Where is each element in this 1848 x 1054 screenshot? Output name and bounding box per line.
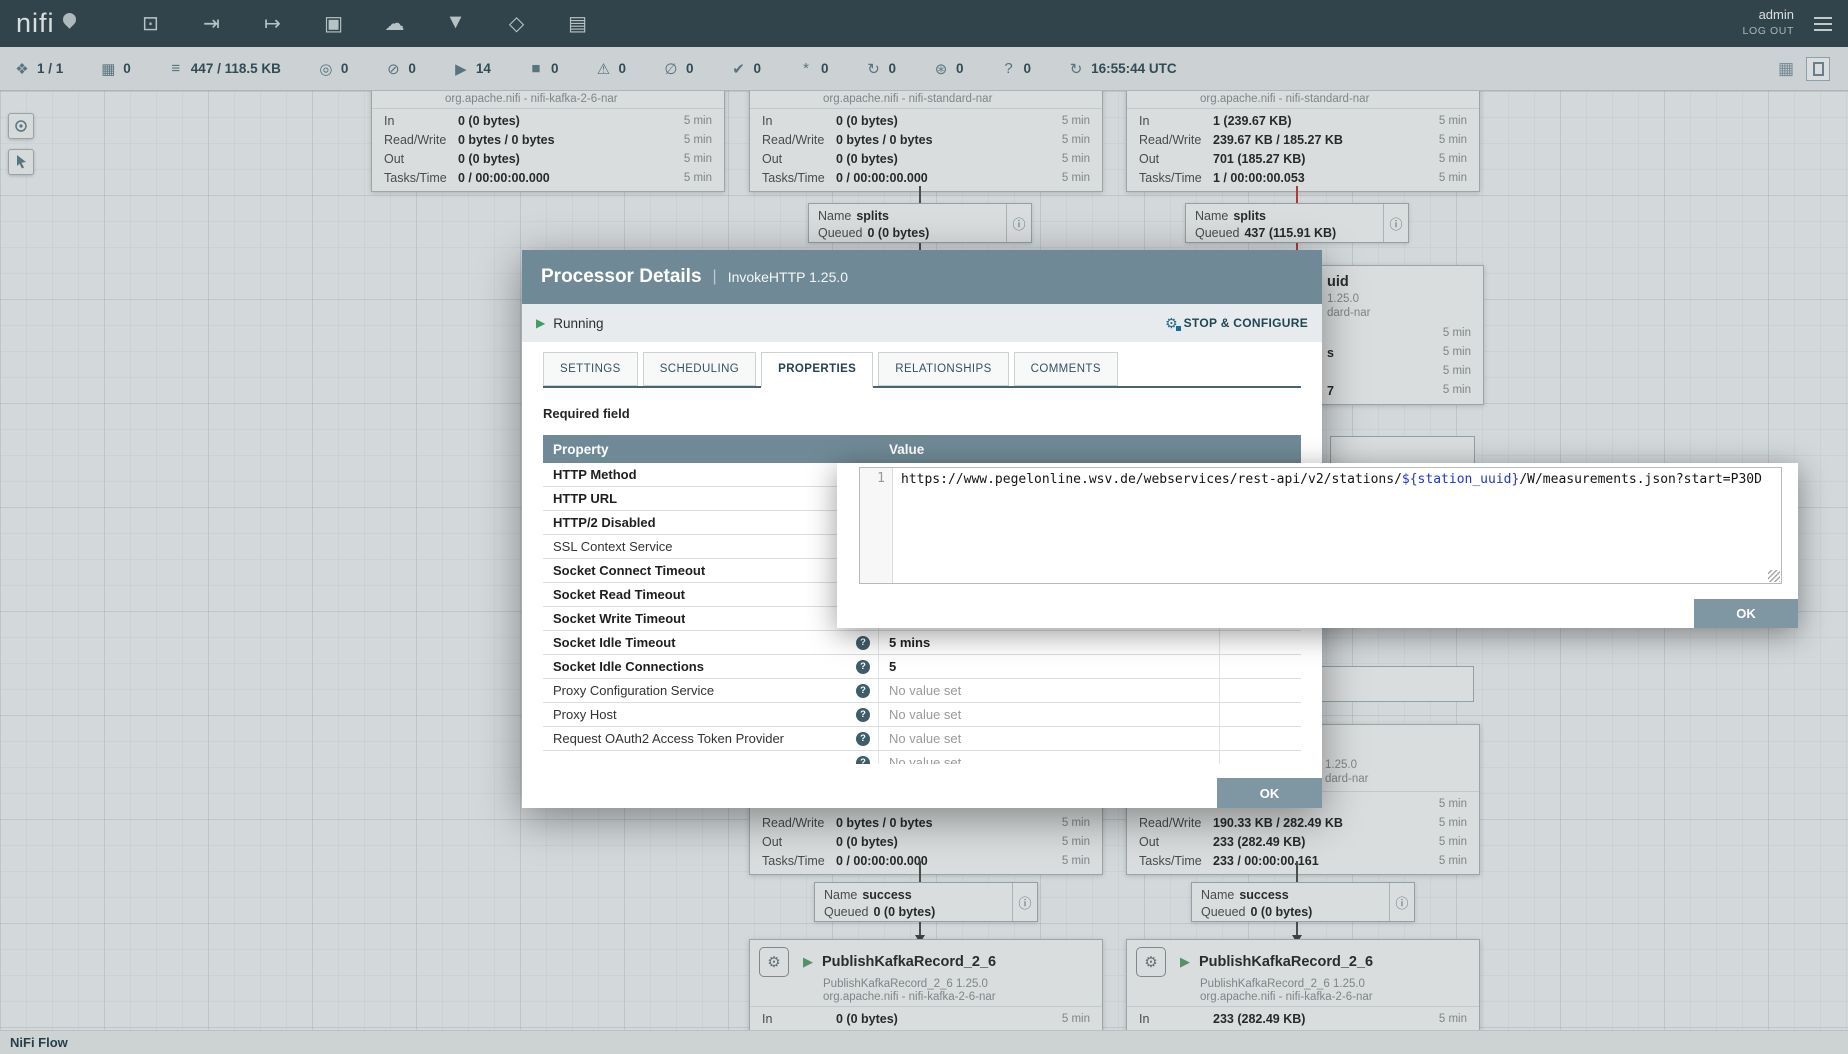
dialog-subtitle: InvokeHTTP 1.25.0 — [728, 269, 848, 285]
expression-language-token: ${station_uuid} — [1402, 472, 1519, 487]
column-property: Property — [543, 442, 879, 457]
property-name: Request OAuth2 Access Token Provider — [553, 731, 784, 746]
tab-properties[interactable]: PROPERTIES — [761, 352, 873, 388]
help-icon[interactable]: ? — [856, 660, 870, 674]
dialog-titlebar: Processor Details | InvokeHTTP 1.25.0 — [522, 250, 1322, 304]
property-name: Proxy Host — [553, 707, 617, 722]
property-name: Socket Idle Connections — [553, 659, 704, 674]
property-name: HTTP URL — [553, 491, 617, 506]
property-name: HTTP/2 Disabled — [553, 515, 656, 530]
dialog-title: Processor Details — [541, 266, 702, 288]
property-value: 5 mins — [879, 631, 1220, 654]
property-value: 5 — [879, 655, 1220, 678]
table-row: Proxy Configuration Service? No value set — [543, 679, 1301, 703]
help-icon[interactable]: ? — [856, 756, 870, 765]
properties-table-header: Property Value — [543, 435, 1301, 463]
property-value: No value set — [879, 703, 1220, 726]
property-value: No value set — [879, 751, 1220, 764]
help-icon[interactable]: ? — [856, 636, 870, 650]
required-field-note: Required field — [543, 406, 1301, 421]
tab-comments[interactable]: COMMENTS — [1014, 352, 1118, 386]
running-status-icon: ▶ — [536, 316, 545, 330]
line-number: 1 — [877, 471, 885, 486]
tab-settings[interactable]: SETTINGS — [543, 352, 638, 386]
property-name: Socket Read Timeout — [553, 587, 685, 602]
dialog-ok-button[interactable]: OK — [1217, 778, 1322, 808]
stop-configure-label: STOP & CONFIGURE — [1184, 316, 1308, 330]
property-name: Proxy Configuration Service — [553, 683, 714, 698]
help-icon[interactable]: ? — [856, 684, 870, 698]
column-value: Value — [879, 442, 1220, 457]
property-value-editor: 1 https://www.pegelonline.wsv.de/webserv… — [837, 463, 1798, 628]
nifi-app: org.apache.nifi - nifi-kafka-2-6-nar In0… — [0, 0, 1848, 1054]
help-icon[interactable]: ? — [856, 708, 870, 722]
title-separator: | — [713, 268, 717, 286]
stop-configure-button[interactable]: ⚙ STOP & CONFIGURE — [1165, 315, 1308, 332]
dialog-tabs: SETTINGS SCHEDULING PROPERTIES RELATIONS… — [543, 352, 1301, 388]
url-segment: /W/measurements.json?start=P30D — [1519, 472, 1762, 487]
tab-scheduling[interactable]: SCHEDULING — [643, 352, 756, 386]
table-row: Proxy Host? No value set — [543, 703, 1301, 727]
expression-editor[interactable]: 1 https://www.pegelonline.wsv.de/webserv… — [859, 467, 1782, 584]
table-row: Socket Idle Timeout? 5 mins — [543, 631, 1301, 655]
table-row: Request OAuth2 Access Token Provider? No … — [543, 727, 1301, 751]
running-status-text: Running — [553, 316, 603, 331]
editor-text[interactable]: https://www.pegelonline.wsv.de/webservic… — [893, 468, 1781, 583]
property-name: Socket Idle Timeout — [553, 635, 676, 650]
table-row: ? No value set — [543, 751, 1301, 764]
property-value: No value set — [879, 727, 1220, 750]
tab-relationships[interactable]: RELATIONSHIPS — [878, 352, 1008, 386]
property-name: SSL Context Service — [553, 539, 672, 554]
property-name: Socket Connect Timeout — [553, 563, 705, 578]
dialog-status-strip: ▶ Running ⚙ STOP & CONFIGURE — [522, 304, 1322, 342]
property-value: No value set — [879, 679, 1220, 702]
table-row: Socket Idle Connections? 5 — [543, 655, 1301, 679]
url-segment: https://www.pegelonline.wsv.de/webservic… — [901, 472, 1402, 487]
editor-ok-button[interactable]: OK — [1694, 599, 1798, 628]
help-icon[interactable]: ? — [856, 732, 870, 746]
stop-configure-icon: ⚙ — [1165, 315, 1178, 332]
line-number-gutter: 1 — [860, 468, 893, 583]
property-name: HTTP Method — [553, 467, 637, 482]
resize-handle-icon[interactable] — [1768, 570, 1780, 582]
property-name: Socket Write Timeout — [553, 611, 685, 626]
